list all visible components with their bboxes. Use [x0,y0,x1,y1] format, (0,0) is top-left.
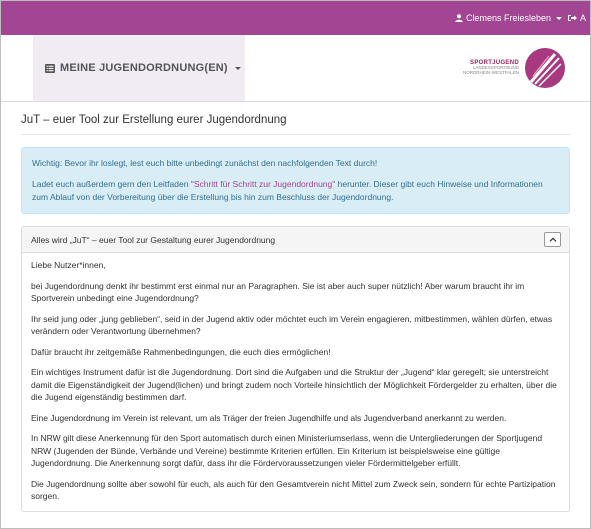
panel-paragraph: In NRW gilt diese Anerkennung für den Sp… [31,433,543,468]
panel-header[interactable]: Alles wird „JuT“ – euer Tool zur Gestalt… [22,227,569,253]
panel-paragraph: Ihr seid jung oder „jung geblieben“, sei… [31,313,553,337]
panel-paragraph: Liebe Nutzer*innen, [31,260,106,270]
user-menu[interactable]: Clemens Freiesleben [455,13,562,23]
panel-paragraph: Ein wichtiges Instrument dafür ist die J… [31,367,557,402]
info-alert: Wichtig: Bevor ihr loslegt, lest euch bi… [21,147,570,214]
logout-link[interactable]: A [567,13,586,23]
menu-label: MEINE JUGENDORDNUNG(EN) [60,62,228,74]
main-content: JuT – euer Tool zur Erstellung eurer Jug… [1,102,590,512]
header: MEINE JUGENDORDNUNG(EN) SPORTJUGEND LAND… [1,35,590,101]
app-window: Clemens Freiesleben A MEINE JUGENDORDNUN… [0,0,591,529]
chevron-down-icon [555,16,562,20]
panel-body: Liebe Nutzer*innen, bei Jugendordnung de… [22,253,569,503]
alert-line-1: Wichtig: Bevor ihr loslegt, lest euch bi… [32,158,378,168]
panel-paragraph: Dafür braucht ihr zeitgemäße Rahmenbedin… [31,346,331,357]
panel-title: Alles wird „JuT“ – euer Tool zur Gestalt… [31,234,276,245]
alert-line-2: Ladet euch außerdem gern den Leitfaden "… [32,178,559,204]
top-bar: Clemens Freiesleben A [1,1,590,35]
user-icon [455,14,463,22]
collapse-button[interactable] [544,232,561,247]
intro-panel: Alles wird „JuT“ – euer Tool zur Gestalt… [21,226,570,512]
chevron-down-icon [234,66,241,70]
panel-paragraph: Die Jugendordnung sollte aber sowohl für… [31,478,556,502]
logout-icon [567,15,577,21]
logo-emblem-icon [525,48,565,88]
user-name: Clemens Freiesleben [465,13,551,23]
panel-paragraph: Eine Jugendordnung im Verein ist relevan… [31,412,507,423]
guide-download-link[interactable]: "Schritt für Schritt zur Jugendordnung" [191,179,335,189]
chevron-up-icon [549,237,556,242]
alert-line-2-prefix: Ladet euch außerdem gern den Leitfaden [32,179,191,189]
panel-paragraph: bei Jugendordnung denkt ihr bestimmt ers… [31,280,525,304]
logo-text: SPORTJUGEND LANDESSPORTBUND NORDRHEIN-WE… [463,60,519,76]
logout-label: A [579,13,586,23]
my-youth-regulations-menu[interactable]: MEINE JUGENDORDNUNG(EN) [33,35,245,101]
page-title: JuT – euer Tool zur Erstellung eurer Jug… [21,114,570,135]
list-icon [45,63,55,73]
logo-line-3: NORDRHEIN-WESTFALEN [462,70,519,76]
sportjugend-logo[interactable]: SPORTJUGEND LANDESSPORTBUND NORDRHEIN-WE… [463,48,565,88]
